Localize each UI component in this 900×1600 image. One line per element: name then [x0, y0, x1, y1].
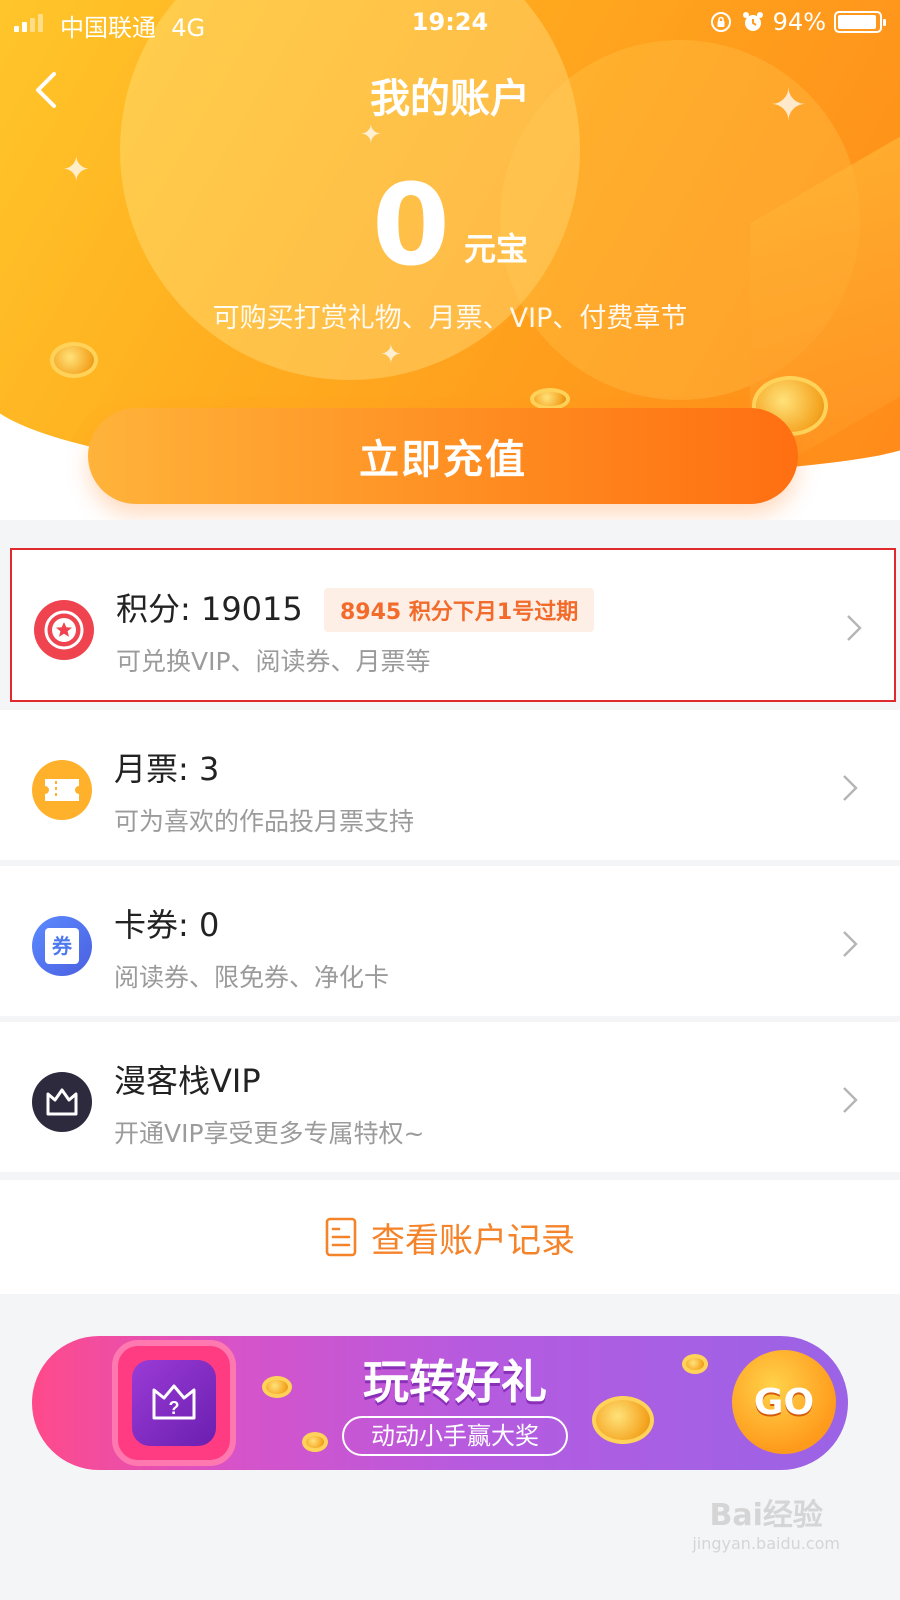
vip-title: 漫客栈VIP [114, 1062, 261, 1100]
coupon-title: 卡券: 0 [114, 906, 220, 944]
balance-display: 0 元宝 [0, 161, 900, 291]
sparkle-icon: ✦ [360, 120, 382, 150]
monthly-ticket-description: 可为喜欢的作品投月票支持 [114, 807, 415, 836]
status-right-group: 94% [709, 8, 886, 36]
alarm-icon [742, 12, 763, 31]
monthly-ticket-title: 月票: 3 [114, 750, 220, 788]
recharge-button[interactable]: 立即充值 [88, 408, 798, 504]
document-icon [325, 1217, 357, 1257]
coin-icon [50, 342, 98, 378]
vip-description: 开通VIP享受更多专属特权~ [114, 1119, 425, 1148]
records-label: 查看账户记录 [371, 1220, 575, 1261]
watermark-url: jingyan.baidu.com [692, 1534, 840, 1553]
coupon-icon-text: 券 [45, 928, 79, 964]
page-title: 我的账户 [370, 76, 530, 122]
battery-icon [834, 11, 886, 33]
promo-banner[interactable]: ? 玩转好礼 动动小手赢大奖 GO [32, 1336, 848, 1470]
points-row[interactable]: 积分: 19015 8945 积分下月1号过期 可兑换VIP、阅读券、月票等 [10, 548, 896, 702]
chevron-right-icon [847, 615, 862, 641]
balance-description: 可购买打赏礼物、月票、VIP、付费章节 [212, 303, 688, 334]
coin-icon [302, 1432, 328, 1452]
go-button[interactable]: GO [732, 1350, 836, 1454]
balance-value: 0 [372, 161, 450, 291]
banner-subtitle: 动动小手赢大奖 [342, 1416, 568, 1456]
account-header: ✦ ✦ ✦ ✦ 中国联通 4G 19:24 94% 我的账户 0 元宝 可购买打… [0, 0, 900, 520]
watermark: Bai经验 jingyan.baidu.com [692, 1490, 840, 1553]
sparkle-icon: ✦ [380, 340, 402, 370]
monthly-ticket-row[interactable]: 月票: 3 可为喜欢的作品投月票支持 [0, 710, 900, 860]
points-expiry-badge: 8945 积分下月1号过期 [324, 588, 595, 632]
battery-percent: 94% [772, 8, 826, 36]
chevron-right-icon [843, 775, 858, 801]
coupon-icon: 券 [32, 916, 92, 976]
status-bar: 中国联通 4G 19:24 94% [0, 0, 900, 44]
banner-title: 玩转好礼 [363, 1355, 547, 1409]
rotation-lock-icon [710, 12, 731, 32]
coin-icon [530, 388, 570, 410]
account-records-link[interactable]: 查看账户记录 [0, 1180, 900, 1294]
crown-icon [32, 1072, 92, 1132]
coupon-description: 阅读券、限免券、净化卡 [114, 963, 390, 992]
watermark-brand: Bai经验 [709, 1498, 823, 1533]
points-description: 可兑换VIP、阅读券、月票等 [116, 647, 431, 676]
chevron-right-icon [843, 1087, 858, 1113]
balance-unit: 元宝 [463, 230, 528, 268]
points-icon [34, 600, 94, 660]
vip-row[interactable]: 漫客栈VIP 开通VIP享受更多专属特权~ [0, 1022, 900, 1172]
chevron-right-icon [843, 931, 858, 957]
monthly-ticket-icon [32, 760, 92, 820]
coupon-row[interactable]: 券 卡券: 0 阅读券、限免券、净化卡 [0, 866, 900, 1016]
points-title: 积分: 19015 [116, 590, 303, 628]
